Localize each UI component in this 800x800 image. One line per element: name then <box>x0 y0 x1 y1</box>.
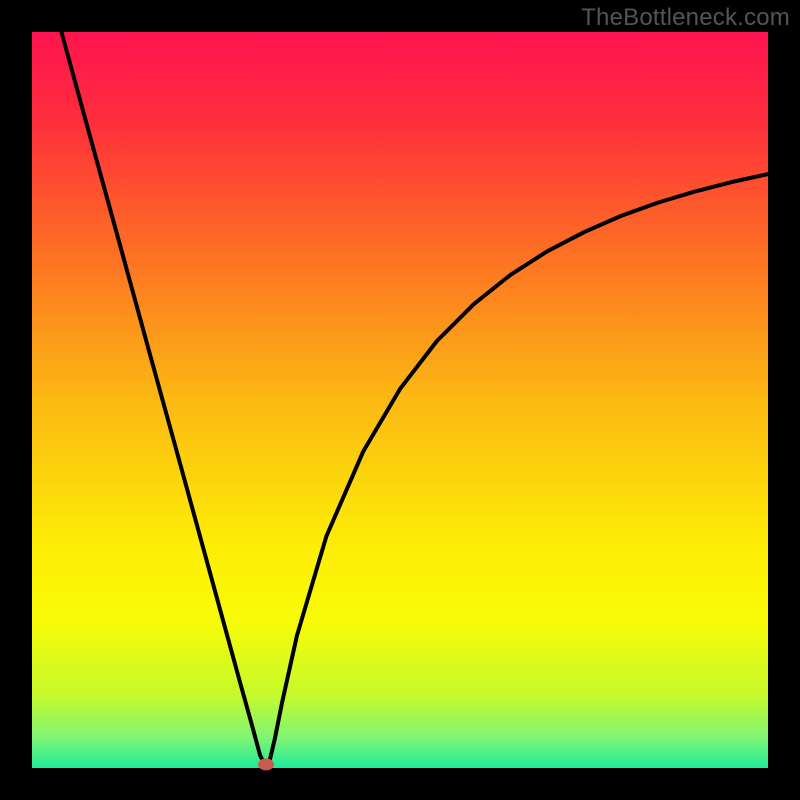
chart-container: TheBottleneck.com <box>0 0 800 800</box>
watermark-text: TheBottleneck.com <box>581 4 790 32</box>
optimum-marker <box>258 758 274 770</box>
bottleneck-chart <box>0 0 800 800</box>
plot-area <box>32 32 768 768</box>
